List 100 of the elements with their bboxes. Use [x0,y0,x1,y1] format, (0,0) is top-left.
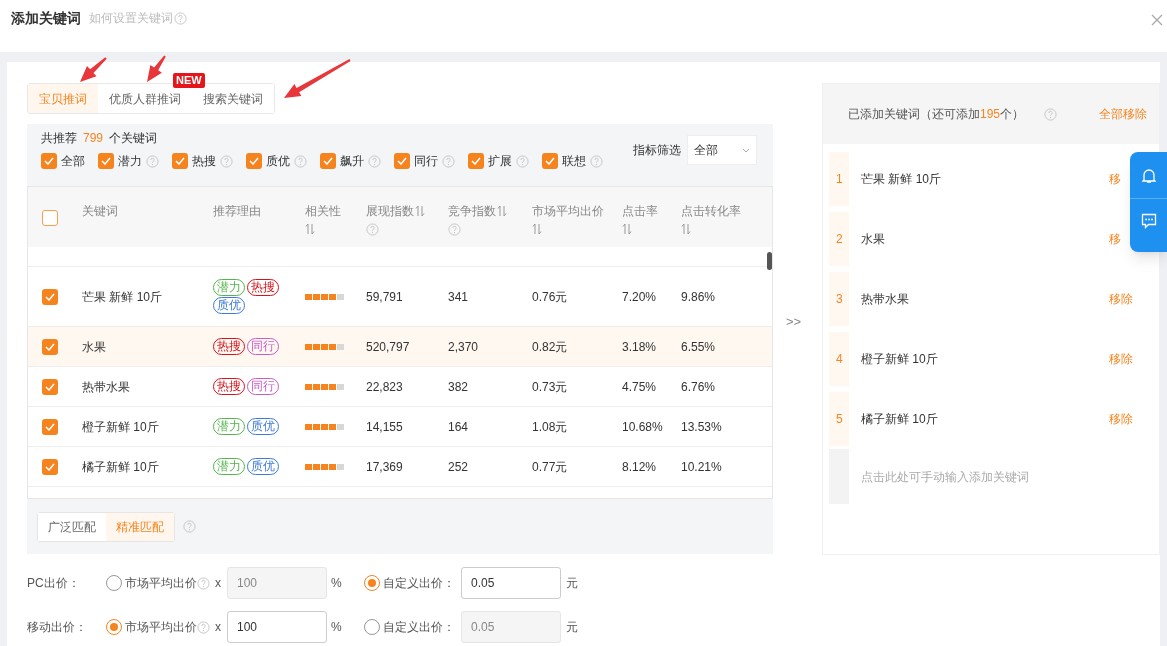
metric-dropdown[interactable]: 全部 [687,135,757,165]
checkbox[interactable] [42,210,58,226]
table-cell-text: 0.82元 [532,338,569,356]
scrollbar-thumb[interactable] [767,252,772,270]
checkbox[interactable] [320,153,336,169]
sort-icon[interactable] [305,223,315,235]
radio-button[interactable] [364,575,380,591]
market-multiplier-field[interactable]: 100 [227,611,327,643]
table-cell-text: 22,823 [366,378,404,396]
checkbox[interactable] [42,418,58,435]
sort-icon[interactable] [622,223,632,235]
checkbox[interactable] [42,378,58,395]
table-cell-text: 0.77元 [532,458,569,476]
sort-icon[interactable] [681,223,691,235]
bid-label: PC出价： [27,575,81,592]
help-icon[interactable] [590,154,603,168]
added-keyword: 水果 [861,231,885,248]
keyword-cell-text: 热带水果 [82,378,131,396]
close-icon[interactable] [1151,14,1163,26]
help-icon[interactable] [368,154,381,168]
sort-icon[interactable] [415,205,425,217]
filter-option-label[interactable]: 联想 [562,152,586,170]
table-cell-text: 252 [448,458,470,476]
checkbox[interactable] [98,153,114,169]
keyword-count: 799 [83,130,104,147]
checkbox[interactable] [542,153,558,169]
column-header: 点击率 [622,203,658,220]
check-icon [45,342,55,351]
keyword-cell-text: 橙子新鲜 10斤 [82,418,160,436]
help-icon[interactable] [183,520,196,533]
checkbox[interactable] [42,288,58,305]
check-icon [44,157,54,165]
table-cell-text: 520,797 [366,338,411,356]
help-icon[interactable] [516,154,529,168]
annotation-arrow [80,57,107,82]
multiply-sign: x [215,619,221,636]
bell-icon[interactable] [1142,168,1156,184]
index-number: 2 [829,212,849,266]
table-cell-text: 10.21% [681,458,723,476]
radio-button[interactable] [106,619,122,635]
table-cell-text: 1.08元 [532,418,569,436]
column-header: 推荐理由 [213,203,261,220]
filter-option-label[interactable]: 质优 [266,152,290,170]
unit-label: 元 [566,575,578,592]
table-cell-text: 6.76% [681,378,717,396]
option-label[interactable]: 市场平均出价 [125,618,197,636]
table-cell-text: 2,370 [448,338,480,356]
annotation-arrow [284,59,351,98]
help-icon[interactable] [366,223,379,236]
help-icon[interactable] [174,11,187,25]
checkbox[interactable] [172,153,188,169]
summary-text: 个关键词 [109,130,158,147]
table-cell-text: 8.12% [622,458,658,476]
filter-option-label[interactable]: 飙升 [340,152,364,170]
table-cell-text: 4.75% [622,378,658,396]
help-icon[interactable] [294,154,307,168]
checkbox[interactable] [41,153,57,169]
option-label[interactable]: 自定义出价： [383,618,461,636]
checkbox[interactable] [246,153,262,169]
option-label[interactable]: 自定义出价： [383,574,461,592]
sort-icon[interactable] [532,223,542,235]
option-label[interactable]: 市场平均出价 [125,574,197,592]
check-icon [323,157,333,165]
help-icon[interactable] [197,620,210,634]
radio-button[interactable] [364,619,380,635]
chat-icon[interactable] [1141,213,1157,229]
new-badge: NEW [173,73,205,88]
checkbox[interactable] [42,338,58,355]
table-cell-text: 3.18% [622,338,658,356]
unit-label: 元 [566,619,578,636]
custom-bid-field[interactable]: 0.05 [461,567,561,599]
help-icon[interactable] [448,223,461,236]
added-keyword: 橙子新鲜 10斤 [861,351,938,368]
check-icon [471,157,481,165]
bid-label: 移动出价： [27,619,88,636]
table-cell-text: 0.73元 [532,378,569,396]
help-icon[interactable] [197,576,210,590]
transfer-button[interactable]: >> [786,312,802,332]
filter-option-label[interactable]: 热搜 [192,152,216,170]
help-icon[interactable] [442,154,455,168]
help-icon[interactable] [1044,107,1058,121]
table-cell-text: 59,791 [366,288,404,306]
filter-option-label[interactable]: 潜力 [118,152,142,170]
radio-button[interactable] [106,575,122,591]
help-icon[interactable] [220,154,233,168]
table-cell-text: 7.20% [622,288,658,306]
checkbox[interactable] [394,153,410,169]
sort-icon[interactable] [497,205,507,217]
filter-option-label[interactable]: 扩展 [488,152,512,170]
table-cell-text: 0.76元 [532,288,569,306]
checkbox[interactable] [42,458,58,475]
help-icon[interactable] [146,154,159,168]
checkbox[interactable] [468,153,484,169]
chevron-down-icon [742,147,750,153]
table-cell-text: 341 [448,288,470,306]
column-header: 相关性 [305,203,341,220]
filter-option-label[interactable]: 同行 [414,152,438,170]
filter-option-label[interactable]: 全部 [61,152,85,170]
check-icon [45,382,55,391]
metric-filter-label: 指标筛选 [633,142,681,159]
